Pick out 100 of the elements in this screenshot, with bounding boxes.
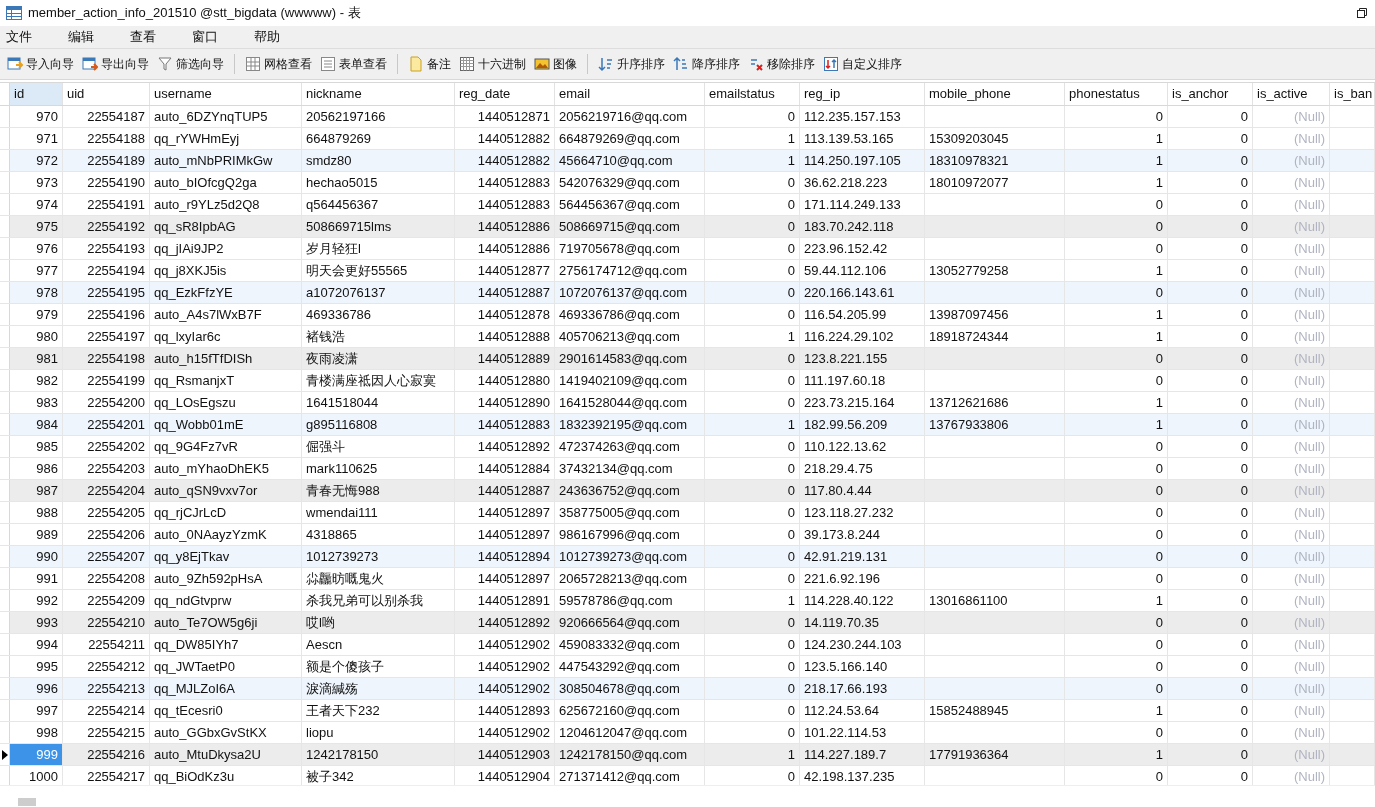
table-cell: 0 (1065, 480, 1168, 501)
menu-item[interactable]: 文件 (6, 28, 68, 46)
table-row[interactable]: 985 22554202 qq_9G4Fz7vR 倔强斗 1440512892 472374263@qq.com 0 110.122.13.62 0 0 (Null) (0, 436, 1375, 458)
table-row[interactable]: 996 22554213 qq_MJLZoI6A 淚滴緘殇 1440512902 308504678@qq.com 0 218.17.66.193 0 0 (Null) (0, 678, 1375, 700)
table-row[interactable]: 994 22554211 qq_DW85IYh7 Aescn 1440512902 459083332@qq.com 0 124.230.244.103 0 0 (Null) (0, 634, 1375, 656)
table-cell: 0 (705, 722, 800, 743)
restore-icon[interactable] (1357, 8, 1367, 18)
table-cell: (Null) (1253, 194, 1330, 215)
toolbar-button[interactable]: 自定义排序 (820, 53, 905, 75)
table-cell: 1 (1065, 700, 1168, 721)
menu-item[interactable]: 查看 (130, 28, 192, 46)
table-cell: 101.22.114.53 (800, 722, 925, 743)
table-row[interactable]: 978 22554195 qq_EzkFfzYE a1072076137 1440512887 1072076137@qq.com 0 220.166.143.61 0 0 (Null) (0, 282, 1375, 304)
column-header[interactable]: is_anchor (1168, 83, 1253, 105)
grid-icon (459, 56, 475, 72)
table-cell: 0 (1168, 326, 1253, 347)
table-cell: 1440512882 (455, 128, 555, 149)
table-cell: 22554187 (63, 106, 150, 127)
table-cell: 2056219716@qq.com (555, 106, 705, 127)
table-row[interactable]: 997 22554214 qq_tEcesri0 王者天下232 1440512893 625672160@qq.com 0 112.24.53.64 15852488945 1 0 (Null) (0, 700, 1375, 722)
menu-item[interactable]: 窗口 (192, 28, 254, 46)
table-cell: 22554192 (63, 216, 150, 237)
table-row[interactable]: 979 22554196 auto_A4s7lWxB7F 469336786 1440512878 469336786@qq.com 0 116.54.205.99 13987097456 1 0 (Null) (0, 304, 1375, 326)
toolbar-button[interactable]: 降序排序 (670, 53, 743, 75)
column-header[interactable]: email (555, 83, 705, 105)
table-row[interactable]: 993 22554210 auto_Te7OW5g6ji 哎l哟 1440512892 920666564@qq.com 0 14.119.70.35 0 0 (Null) (0, 612, 1375, 634)
table-cell: auto_mNbPRIMkGw (150, 150, 302, 171)
table-cell: 22554189 (63, 150, 150, 171)
table-cell: 0 (1065, 194, 1168, 215)
toolbar-button[interactable]: 网格查看 (242, 53, 315, 75)
table-cell: 459083332@qq.com (555, 634, 705, 655)
table-row[interactable]: 975 22554192 qq_sR8IpbAG 508669715lms 1440512886 508669715@qq.com 0 183.70.242.118 0 0 (Null) (0, 216, 1375, 238)
column-header[interactable]: is_active (1253, 83, 1330, 105)
toolbar-button[interactable]: 表单查看 (317, 53, 390, 75)
table-row[interactable]: 987 22554204 auto_qSN9vxv7or 青春无悔988 1440512887 243636752@qq.com 0 117.80.4.44 0 0 (Null) (0, 480, 1375, 502)
table-cell: 542076329@qq.com (555, 172, 705, 193)
toolbar-button[interactable]: 导出向导 (79, 53, 152, 75)
table-cell: 22554205 (63, 502, 150, 523)
table-row[interactable]: 972 22554189 auto_mNbPRIMkGw smdz80 1440512882 45664710@qq.com 1 114.250.197.105 18310978321 1 0 (Null) (0, 150, 1375, 172)
table-cell: 倔强斗 (302, 436, 455, 457)
table-cell: 171.114.249.133 (800, 194, 925, 215)
column-header[interactable]: username (150, 83, 302, 105)
table-cell: 22554204 (63, 480, 150, 501)
table-cell: (Null) (1253, 502, 1330, 523)
column-header[interactable]: nickname (302, 83, 455, 105)
column-header[interactable]: is_ban (1330, 83, 1375, 105)
column-header[interactable]: reg_date (455, 83, 555, 105)
menu-item[interactable]: 编辑 (68, 28, 130, 46)
table-cell: 4318865 (302, 524, 455, 545)
table-cell: qq_ndGtvprw (150, 590, 302, 611)
row-header[interactable] (0, 744, 10, 765)
table-row[interactable]: 981 22554198 auto_h15fTfDISh 夜雨凌潇 1440512889 2901614583@qq.com 0 123.8.221.155 0 0 (Null) (0, 348, 1375, 370)
table-cell: 508669715@qq.com (555, 216, 705, 237)
table-cell: 明天会更好55565 (302, 260, 455, 281)
table-cell: 1 (1065, 590, 1168, 611)
column-header[interactable]: phonestatus (1065, 83, 1168, 105)
table-row[interactable]: 982 22554199 qq_RsmanjxT 青楼满座祗因人心寂寞 1440512880 1419402109@qq.com 0 111.197.60.18 0 0 (Null) (0, 370, 1375, 392)
table-cell: 116.54.205.99 (800, 304, 925, 325)
column-header[interactable]: id (10, 83, 63, 105)
toolbar-button[interactable]: 导入向导 (4, 53, 77, 75)
table-row[interactable]: 973 22554190 auto_bIOfcgQ2ga hechao5015 1440512883 542076329@qq.com 0 36.62.218.223 18010972077 1 0 (Null) (0, 172, 1375, 194)
table-cell: 1440512903 (455, 744, 555, 765)
table-cell: 39.173.8.244 (800, 524, 925, 545)
table-cell: 0 (1168, 744, 1253, 765)
table-cell: 18310978321 (925, 150, 1065, 171)
table-row[interactable]: 988 22554205 qq_rjCJrLcD wmendai111 1440512897 358775005@qq.com 0 123.118.27.232 0 0 (Null) (0, 502, 1375, 524)
table-cell: 976 (10, 238, 63, 259)
table-row[interactable]: 976 22554193 qq_jIAi9JP2 岁月轻狂l 1440512886 719705678@qq.com 0 223.96.152.42 0 0 (Null) (0, 238, 1375, 260)
table-row[interactable]: 984 22554201 qq_Wobb01mE g895116808 1440512883 1832392195@qq.com 1 182.99.56.209 13767933806 1 0 (Null) (0, 414, 1375, 436)
table-cell: 淚滴緘殇 (302, 678, 455, 699)
table-row[interactable]: 999 22554216 auto_MtuDkysa2U 1242178150 1440512903 1242178150@qq.com 1 114.227.189.7 17791936364 1 0 (Null) (0, 744, 1375, 766)
table-row[interactable]: 990 22554207 qq_y8EjTkav 1012739273 1440512894 1012739273@qq.com 0 42.91.219.131 0 0 (Null) (0, 546, 1375, 568)
table-cell: 0 (1168, 480, 1253, 501)
table-cell: (Null) (1253, 128, 1330, 149)
table-row[interactable]: 970 22554187 auto_6DZYnqTUP5 20562197166 1440512871 2056219716@qq.com 0 112.235.157.153 0 0 (Null) (0, 106, 1375, 128)
table-cell: (Null) (1253, 370, 1330, 391)
table-cell: 22554202 (63, 436, 150, 457)
table-cell: 308504678@qq.com (555, 678, 705, 699)
table-row[interactable]: 991 22554208 auto_9Zh592pHsA 尛龘昉嘅鬼火 1440512897 2065728213@qq.com 0 221.6.92.196 0 0 (Null) (0, 568, 1375, 590)
table-cell: qq_DW85IYh7 (150, 634, 302, 655)
toolbar-button[interactable]: 移除排序 (745, 53, 818, 75)
toolbar-button[interactable]: 十六进制 (456, 53, 529, 75)
column-header[interactable]: uid (63, 83, 150, 105)
table-cell: (Null) (1253, 700, 1330, 721)
table-cell: 1440512889 (455, 348, 555, 369)
column-header[interactable]: emailstatus (705, 83, 800, 105)
table-cell: 褚钱浩 (302, 326, 455, 347)
table-cell: auto_qSN9vxv7or (150, 480, 302, 501)
table-cell: 0 (705, 370, 800, 391)
column-header[interactable]: reg_ip (800, 83, 925, 105)
menu-item[interactable]: 帮助 (254, 28, 316, 46)
toolbar-button[interactable]: 筛选向导 (154, 53, 227, 75)
table-cell: 22554215 (63, 722, 150, 743)
toolbar-button[interactable]: 备注 (405, 53, 454, 75)
table-cell: 110.122.13.62 (800, 436, 925, 457)
table-cell: 1440512890 (455, 392, 555, 413)
column-header[interactable]: mobile_phone (925, 83, 1065, 105)
toolbar-button[interactable]: 图像 (531, 53, 580, 75)
table-cell: 0 (1065, 436, 1168, 457)
toolbar-button[interactable]: 升序排序 (595, 53, 668, 75)
